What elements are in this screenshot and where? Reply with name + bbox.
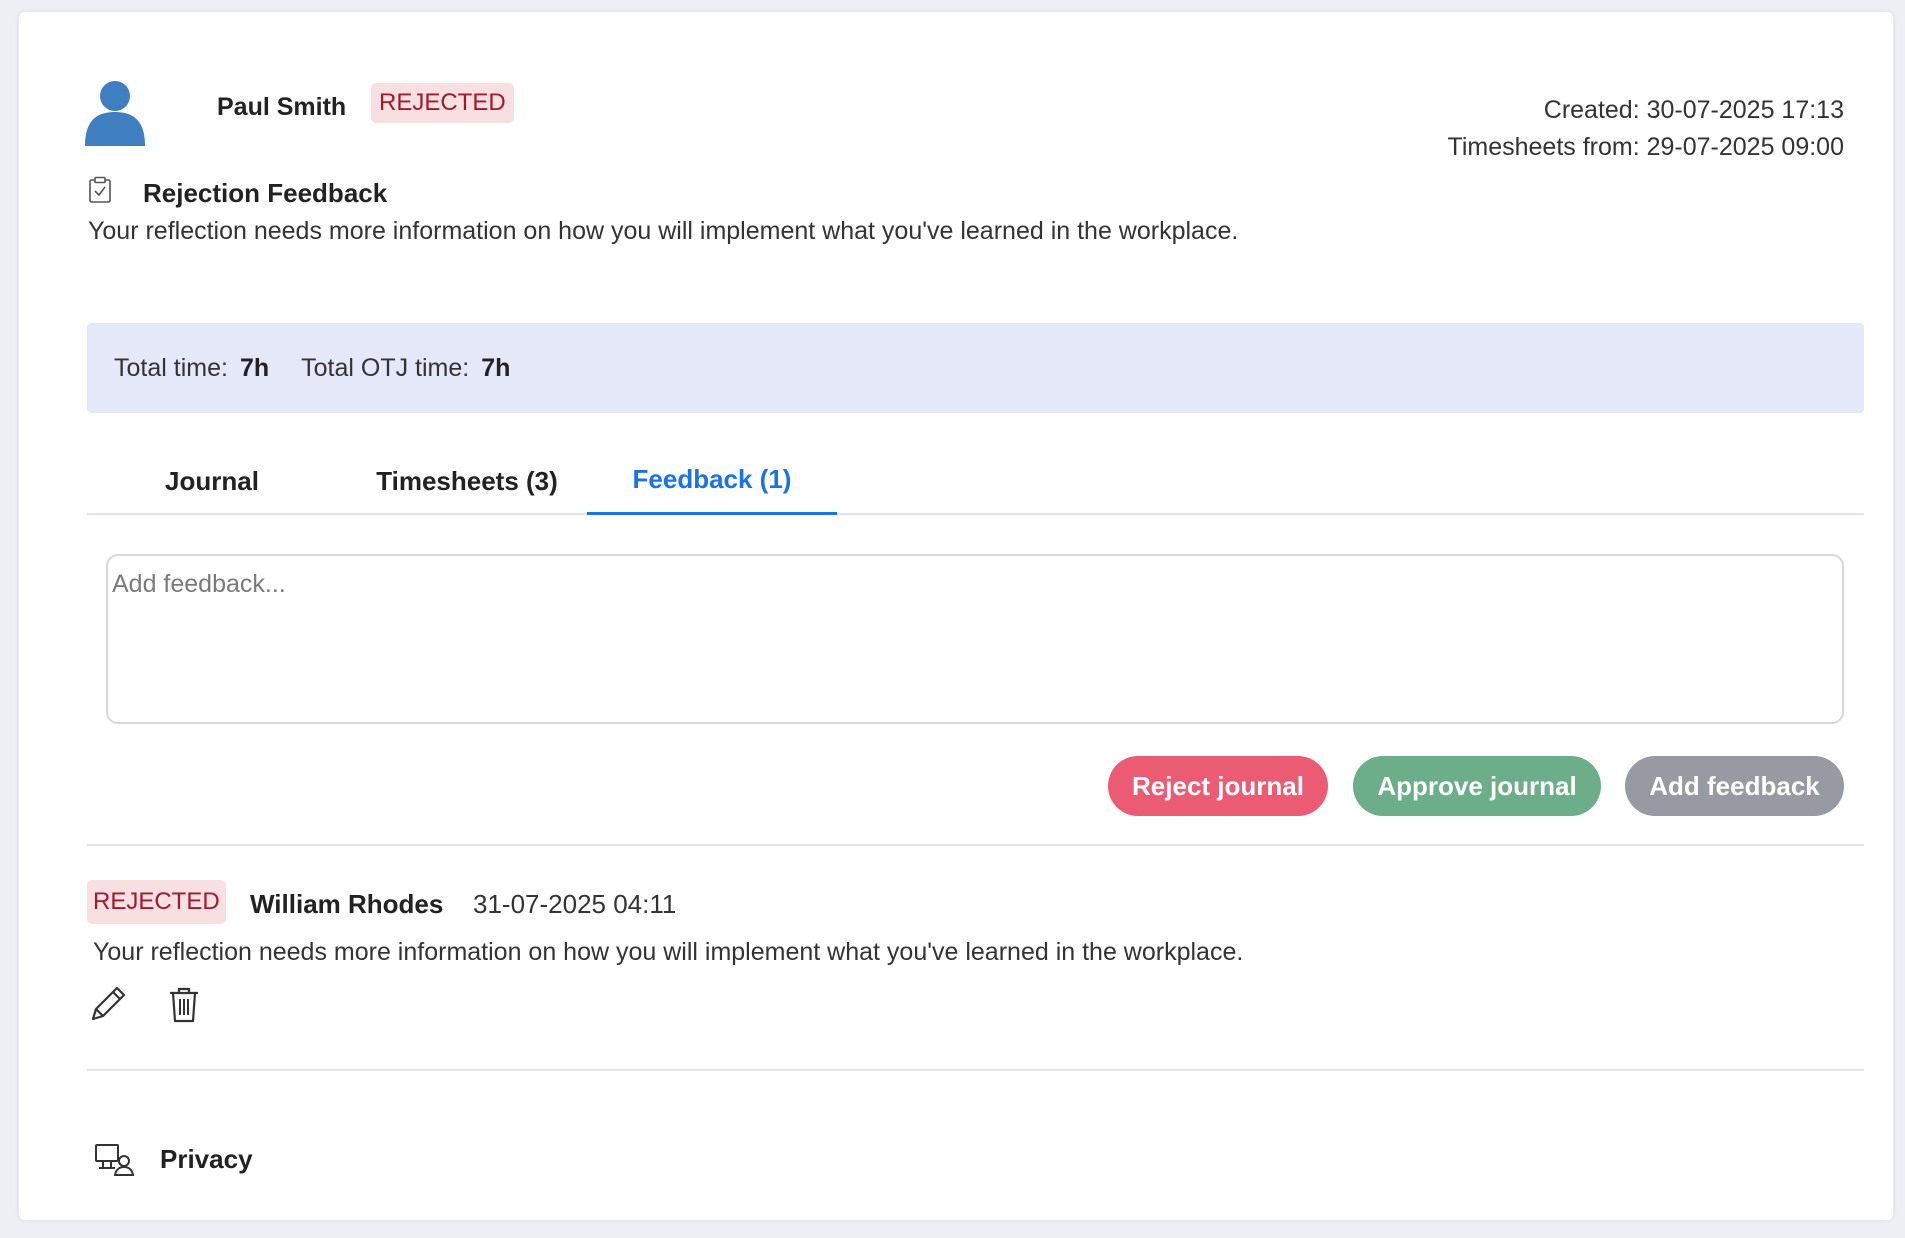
total-otj-value: 7h [481, 353, 511, 382]
journal-card: Paul Smith REJECTED Created: 30-07-2025 … [19, 12, 1893, 1220]
tab-journal[interactable]: Journal [127, 447, 297, 515]
entry-date: 31-07-2025 04:11 [473, 889, 677, 919]
clipboard-check-icon [89, 176, 111, 203]
entry-text: Your reflection needs more information o… [93, 938, 1244, 966]
total-time-value: 7h [239, 353, 270, 382]
total-otj-label: Total OTJ time: [301, 353, 470, 382]
approve-journal-button[interactable]: Approve journal [1353, 756, 1601, 816]
journal-header: Paul Smith REJECTED Created: 30-07-2025 … [68, 64, 1844, 161]
status-badge: REJECTED [371, 83, 514, 123]
pencil-icon[interactable] [87, 983, 129, 1025]
feedback-input[interactable] [106, 554, 1844, 724]
journal-meta: Created: 30-07-2025 17:13 Timesheets fro… [1447, 92, 1844, 166]
tab-bar: Journal Timesheets (3) Feedback (1) [87, 447, 1864, 515]
totals-bar: Total time: 7h Total OTJ time: 7h [87, 323, 1864, 413]
entry-author: William Rhodes [250, 889, 444, 919]
reject-journal-button[interactable]: Reject journal [1108, 756, 1328, 816]
tab-feedback[interactable]: Feedback (1) [587, 447, 837, 515]
trash-icon[interactable] [163, 983, 205, 1025]
total-time-label: Total time: [114, 353, 228, 382]
rejection-feedback-text: Your reflection needs more information o… [88, 217, 1239, 245]
user-avatar-icon [85, 81, 145, 146]
entry-status-badge: REJECTED [87, 880, 226, 924]
privacy-link[interactable]: Privacy [94, 1137, 253, 1181]
timesheets-from-date: Timesheets from: 29-07-2025 09:00 [1447, 133, 1844, 161]
privacy-label: Privacy [160, 1143, 253, 1174]
rejection-feedback-section: Rejection Feedback Your reflection needs… [68, 174, 1844, 248]
add-feedback-button[interactable]: Add feedback [1625, 756, 1844, 816]
rejection-feedback-title: Rejection Feedback [143, 178, 388, 208]
user-name: Paul Smith [217, 93, 347, 121]
privacy-icon [95, 1144, 134, 1176]
tab-timesheets[interactable]: Timesheets (3) [347, 447, 587, 515]
divider [87, 844, 1864, 846]
created-date: Created: 30-07-2025 17:13 [1543, 96, 1844, 124]
divider [87, 1069, 1864, 1071]
